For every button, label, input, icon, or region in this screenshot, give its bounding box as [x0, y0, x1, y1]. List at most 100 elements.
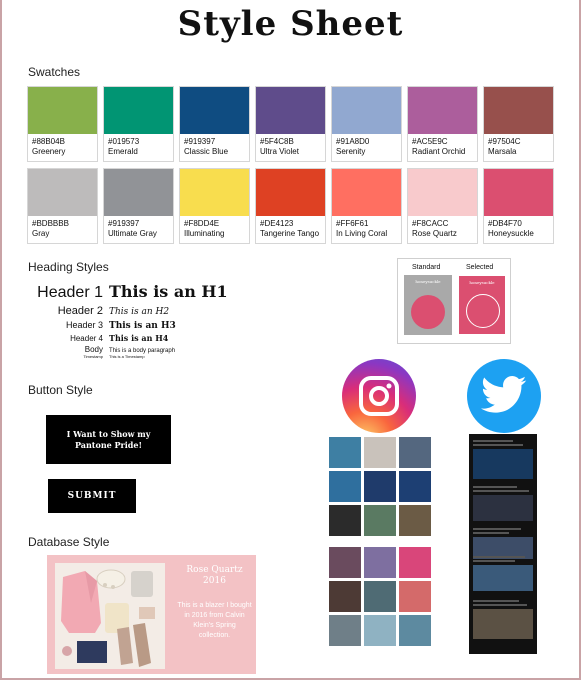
- instagram-post-thumb[interactable]: [399, 505, 431, 536]
- section-heading-styles-label: Heading Styles: [28, 260, 109, 274]
- heading-label: Header 3: [65, 320, 103, 330]
- instagram-grid-top: [329, 437, 431, 536]
- instagram-post-thumb[interactable]: [399, 581, 431, 612]
- state-selected-label: Selected: [466, 264, 494, 271]
- swatch-card[interactable]: #F8CACC Rose Quartz: [407, 168, 478, 244]
- swatch-name: Marsala: [488, 147, 517, 156]
- instagram-post-thumb[interactable]: [399, 471, 431, 502]
- swatch-card[interactable]: #88B04B Greenery: [27, 86, 98, 162]
- swatch-card[interactable]: #019573 Emerald: [103, 86, 174, 162]
- heading-sample: This is a Timestamp: [109, 354, 145, 359]
- tweet[interactable]: [473, 598, 533, 639]
- state-card-circle: [466, 294, 500, 328]
- instagram-icon[interactable]: [342, 359, 416, 433]
- swatch-card[interactable]: #FF6F61 In Living Coral: [331, 168, 402, 244]
- swatch-color-chip: [180, 169, 249, 216]
- swatch-name: Emerald: [108, 147, 138, 156]
- instagram-post-thumb[interactable]: [329, 437, 361, 468]
- swatch-name: Greenery: [32, 147, 66, 156]
- instagram-post-thumb[interactable]: [329, 547, 361, 578]
- swatch-color-chip: [180, 87, 249, 134]
- instagram-post-thumb[interactable]: [329, 615, 361, 646]
- swatch-hex: #FF6F61: [336, 219, 369, 228]
- heading-row-h1: Header 1 This is an H1: [28, 282, 228, 302]
- outfit-photo: [55, 563, 165, 669]
- swatch-hex: #DB4F70: [488, 219, 522, 228]
- swatch-card[interactable]: #DE4123 Tangerine Tango: [255, 168, 326, 244]
- swatch-name: Ultra Violet: [260, 147, 299, 156]
- heading-sample: This is an H3: [109, 321, 176, 331]
- instagram-post-thumb[interactable]: [399, 437, 431, 468]
- state-selected-card[interactable]: honeysuckle: [458, 275, 506, 335]
- swatch-name: Serenity: [336, 147, 366, 156]
- swatch-card[interactable]: #AC5E9C Radiant Orchid: [407, 86, 478, 162]
- state-standard-label: Standard: [412, 264, 441, 271]
- instagram-post-thumb[interactable]: [399, 547, 431, 578]
- twitter-feed-preview: [469, 434, 537, 654]
- swatch-name: Honeysuckle: [488, 229, 534, 238]
- tweet[interactable]: [473, 438, 533, 479]
- swatch-name: Rose Quartz: [412, 229, 457, 238]
- heading-label: Header 2: [57, 305, 103, 317]
- submit-button[interactable]: SUBMIT: [48, 479, 136, 513]
- section-swatches-label: Swatches: [28, 65, 81, 79]
- heading-label: Header 4: [70, 334, 103, 343]
- instagram-post-thumb[interactable]: [364, 471, 396, 502]
- heading-row-h4: Header 4 This is an H4: [28, 333, 168, 343]
- instagram-post-thumb[interactable]: [399, 615, 431, 646]
- page-title: Style Sheet: [177, 4, 404, 44]
- swatch-hex: #97504C: [488, 137, 521, 146]
- swatch-color-chip: [28, 87, 97, 134]
- instagram-post-thumb[interactable]: [364, 581, 396, 612]
- heading-sample: This is an H4: [109, 333, 169, 343]
- instagram-post-thumb[interactable]: [364, 505, 396, 536]
- swatch-card[interactable]: #97504C Marsala: [483, 86, 554, 162]
- state-card-name: honeysuckle: [415, 279, 441, 284]
- swatch-hex: #F8CACC: [412, 219, 449, 228]
- instagram-feed-preview: [327, 433, 432, 651]
- instagram-post-thumb[interactable]: [329, 505, 361, 536]
- swatch-hex: #91A8D0: [336, 137, 370, 146]
- swatch-name: Illuminating: [184, 229, 225, 238]
- pantone-pride-button[interactable]: I Want to Show my Pantone Pride!: [46, 415, 171, 464]
- tweet[interactable]: [473, 484, 533, 521]
- swatch-hex: #DE4123: [260, 219, 294, 228]
- swatch-card[interactable]: #919397 Classic Blue: [179, 86, 250, 162]
- swatch-color-chip: [332, 169, 401, 216]
- swatch-color-chip: [256, 169, 325, 216]
- swatch-color-chip: [408, 169, 477, 216]
- swatch-hex: #019573: [108, 137, 140, 146]
- swatch-card[interactable]: #91A8D0 Serenity: [331, 86, 402, 162]
- section-button-style-label: Button Style: [28, 383, 93, 397]
- instagram-post-thumb[interactable]: [329, 581, 361, 612]
- instagram-post-thumb[interactable]: [329, 471, 361, 502]
- swatch-color-chip: [104, 169, 173, 216]
- database-card-title: Rose Quartz 2016: [186, 565, 243, 586]
- instagram-post-thumb[interactable]: [364, 437, 396, 468]
- swatch-name: Radiant Orchid: [412, 147, 466, 156]
- swatch-card[interactable]: #F8DD4E Illuminating: [179, 168, 250, 244]
- database-card[interactable]: Rose Quartz 2016 This is a blazer I boug…: [47, 555, 256, 674]
- state-preview: Standard Selected honeysuckle honeysuckl…: [397, 258, 511, 344]
- swatch-card[interactable]: #919397 Ultimate Gray: [103, 168, 174, 244]
- swatch-card[interactable]: #DB4F70 Honeysuckle: [483, 168, 554, 244]
- tweet[interactable]: [473, 554, 533, 591]
- state-standard-card[interactable]: honeysuckle: [404, 275, 452, 335]
- swatch-hex: #88B04B: [32, 137, 65, 146]
- section-database-style-label: Database Style: [28, 535, 110, 549]
- swatch-card[interactable]: #5F4C8B Ultra Violet: [255, 86, 326, 162]
- swatch-hex: #AC5E9C: [412, 137, 448, 146]
- swatch-card[interactable]: #BDBBBB Gray: [27, 168, 98, 244]
- swatch-name: Gray: [32, 229, 50, 238]
- swatch-color-chip: [408, 87, 477, 134]
- heading-label: Header 1: [37, 284, 103, 301]
- instagram-post-thumb[interactable]: [364, 547, 396, 578]
- twitter-icon[interactable]: [467, 359, 541, 433]
- swatch-color-chip: [28, 169, 97, 216]
- database-card-description: This is a blazer I bought in 2016 from C…: [177, 602, 252, 639]
- swatch-name: Classic Blue: [184, 147, 229, 156]
- heading-sample: This is an H2: [109, 307, 170, 317]
- state-card-circle: [411, 295, 445, 329]
- swatch-hex: #919397: [108, 219, 140, 228]
- instagram-post-thumb[interactable]: [364, 615, 396, 646]
